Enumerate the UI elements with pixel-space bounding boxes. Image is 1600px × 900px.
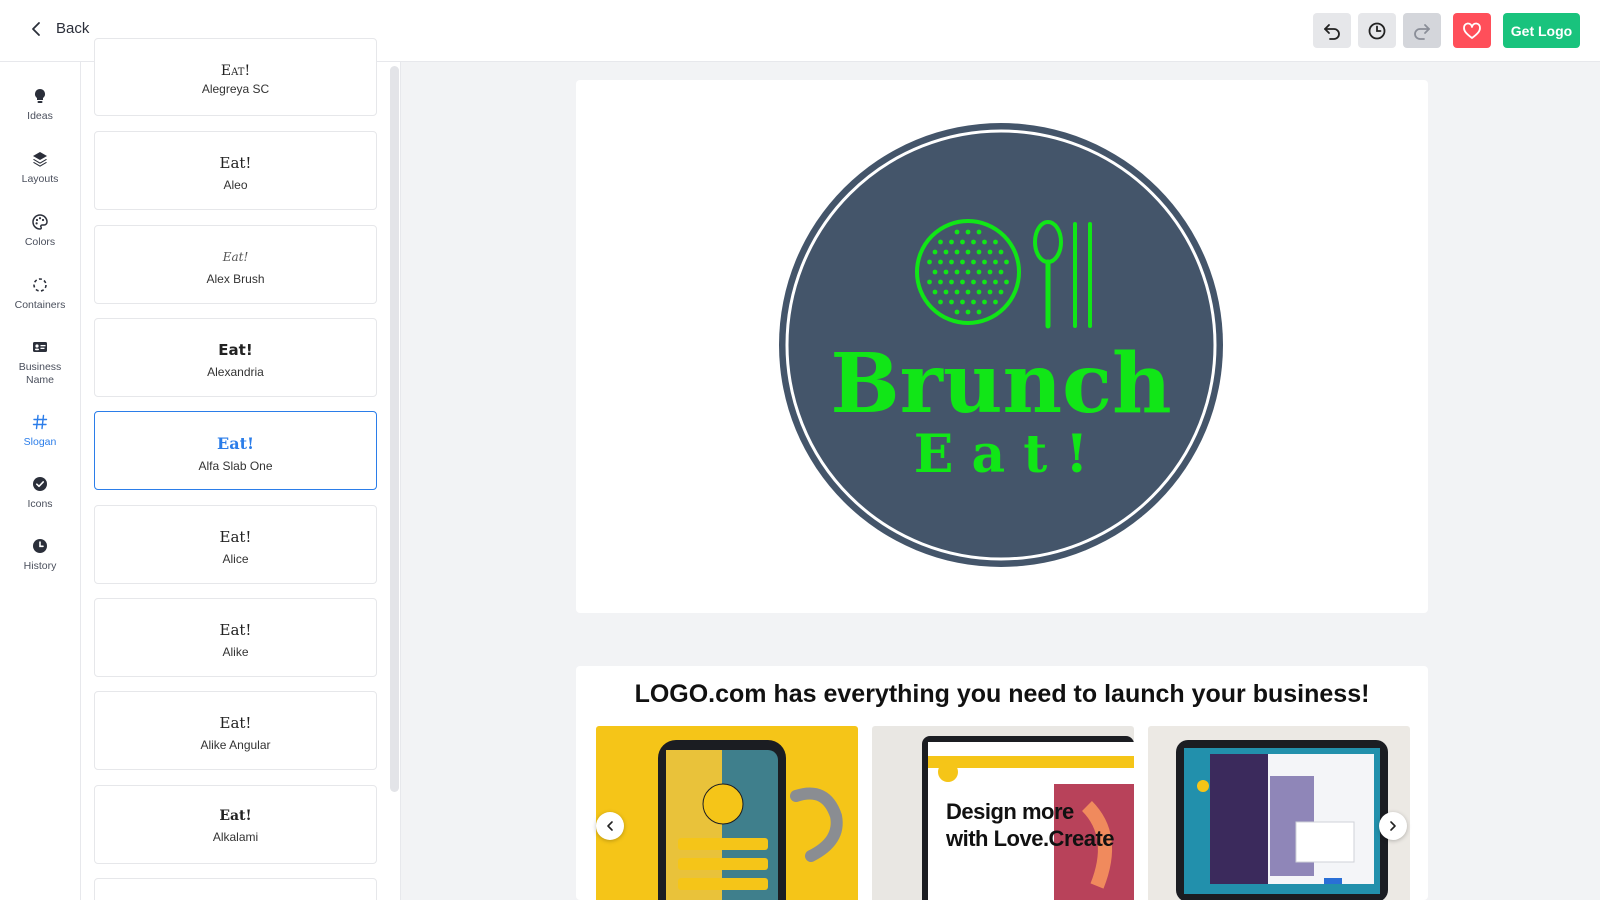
heart-icon	[1463, 22, 1481, 39]
rail-label: Slogan	[23, 436, 57, 448]
check-circle-icon	[33, 477, 47, 491]
redo-button[interactable]	[1403, 13, 1441, 48]
font-name: Alegreya SC	[201, 82, 270, 96]
rail-item-business-name[interactable]: Business Name	[0, 339, 80, 387]
font-card-aleo[interactable]: Eat! Aleo	[94, 131, 377, 210]
font-name: Alex Brush	[206, 272, 265, 286]
rail-item-slogan[interactable]: Slogan	[0, 414, 80, 449]
promo-heading-line-1: Design more	[946, 799, 1074, 824]
font-sample: Eat!	[219, 714, 252, 732]
font-card-alice[interactable]: Eat! Alice	[94, 505, 377, 584]
rail-item-icons[interactable]: Icons	[0, 476, 80, 511]
rail-label: Colors	[24, 236, 56, 248]
history-button[interactable]	[1358, 13, 1396, 48]
rail-label: Containers	[14, 299, 66, 311]
logo-preview: Brunch E a t !	[779, 123, 1223, 567]
font-card-alkalami[interactable]: Eat! Alkalami	[94, 785, 377, 864]
promo-heading-line-2: with Love.Create	[946, 826, 1115, 851]
font-card-alexandria[interactable]: Eat! Alexandria	[94, 318, 377, 397]
rail-label: Icons	[27, 498, 53, 510]
promo-slide-tablet[interactable]	[1148, 726, 1410, 900]
hashtag-icon	[32, 414, 48, 430]
id-card-icon	[33, 342, 47, 352]
font-panel-scrollbar[interactable]	[390, 66, 399, 792]
carousel-next-button[interactable]	[1379, 812, 1407, 840]
clock-icon	[33, 539, 47, 553]
rail-item-layouts[interactable]: Layouts	[0, 151, 80, 186]
layers-icon	[33, 152, 47, 167]
undo-icon	[1324, 23, 1340, 40]
rail-label: History	[23, 560, 57, 572]
history-icon	[1368, 22, 1386, 39]
font-card-alfa-slab-one[interactable]: Eat! Alfa Slab One	[94, 411, 377, 490]
chevron-left-icon	[607, 821, 613, 831]
font-name: Alfa Slab One	[198, 459, 273, 473]
font-name: Aleo	[223, 178, 248, 192]
font-card-alex-brush[interactable]: Eat! Alex Brush	[94, 225, 377, 304]
chevron-right-icon	[1390, 821, 1396, 831]
rail-label: Ideas	[27, 110, 53, 122]
font-name: Alkalami	[212, 830, 259, 844]
palette-icon	[32, 214, 48, 230]
back-button[interactable]: Back	[30, 20, 89, 37]
favorite-button[interactable]	[1453, 13, 1491, 48]
logo-slogan: E a t !	[914, 424, 1088, 485]
rail-item-colors[interactable]: Colors	[0, 214, 80, 249]
container-icon	[33, 278, 47, 292]
rail-label: Layouts	[21, 173, 59, 185]
font-card-next[interactable]	[94, 878, 377, 900]
undo-button[interactable]	[1313, 13, 1351, 48]
promo-title: LOGO.com has everything you need to laun…	[634, 680, 1370, 708]
rail-item-containers[interactable]: Containers	[0, 277, 80, 312]
tablet-mockup-illustration	[1176, 740, 1388, 900]
font-name: Alice	[222, 552, 249, 566]
chevron-left-icon	[32, 21, 40, 36]
font-sample: Eat!	[219, 154, 252, 172]
rail-item-ideas[interactable]: Ideas	[0, 88, 80, 123]
get-logo-button[interactable]: Get Logo	[1503, 13, 1580, 48]
carousel-prev-button[interactable]	[596, 812, 624, 840]
font-name: Alike Angular	[200, 738, 271, 752]
promo-section: LOGO.com has everything you need to laun…	[576, 666, 1428, 900]
promo-slide-heading: Design more with Love.Create	[946, 798, 1115, 852]
phone-mockup-illustration	[658, 740, 843, 900]
rail-item-history[interactable]: History	[0, 538, 80, 573]
font-sample: Eat!	[222, 250, 249, 264]
promo-slide-phone[interactable]	[596, 726, 858, 900]
rail-label: Business Name	[18, 361, 62, 386]
font-card-alegreya-sc[interactable]: Eat! Alegreya SC	[94, 38, 377, 116]
promo-slide-website[interactable]: Design more with Love.Create	[872, 726, 1134, 900]
font-sample: Eat!	[219, 528, 252, 546]
lightbulb-icon	[35, 89, 45, 103]
font-name: Alexandria	[207, 365, 264, 379]
font-sample: Eat!	[219, 621, 252, 639]
font-name: Alike	[222, 645, 249, 659]
font-sample: Eat!	[217, 434, 254, 453]
font-sample: Eat!	[220, 63, 251, 79]
font-sample: Eat!	[218, 341, 253, 359]
font-card-alike[interactable]: Eat! Alike	[94, 598, 377, 677]
font-sample: Eat!	[219, 808, 252, 824]
redo-icon	[1414, 23, 1430, 40]
logo-business-name: Brunch	[830, 336, 1171, 432]
font-card-alike-angular[interactable]: Eat! Alike Angular	[94, 691, 377, 770]
back-label: Back	[56, 20, 90, 37]
